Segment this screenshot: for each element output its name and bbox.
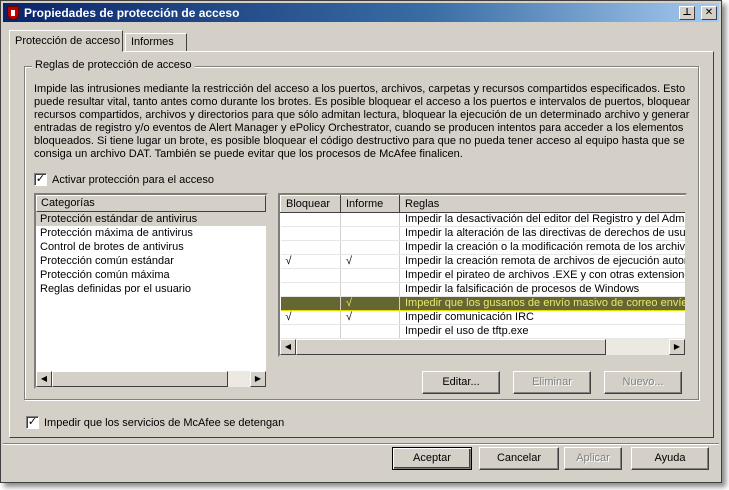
block-cell bbox=[280, 240, 341, 255]
categories-hscroll[interactable]: ◀ ▶ bbox=[36, 371, 266, 387]
rules-header-row: Bloquear Informe Reglas bbox=[280, 195, 685, 213]
report-cell bbox=[340, 268, 400, 283]
categories-header[interactable]: Categorías bbox=[36, 195, 266, 212]
block-cell bbox=[280, 324, 341, 339]
categories-list[interactable]: Categorías Protección estándar de antivi… bbox=[34, 193, 268, 389]
window-title: Propiedades de protección de acceso bbox=[24, 5, 240, 20]
column-header-report[interactable]: Informe bbox=[340, 195, 400, 213]
rules-group: Reglas de protección de acceso Impide la… bbox=[24, 59, 699, 400]
report-cell bbox=[340, 282, 400, 297]
enable-protection-label: Activar protección para el acceso bbox=[52, 173, 215, 186]
column-header-block[interactable]: Bloquear bbox=[280, 195, 341, 213]
checkbox-box[interactable]: ✓ bbox=[26, 416, 39, 429]
category-item[interactable]: Control de brotes de antivirus bbox=[36, 240, 266, 254]
apply-button[interactable]: Aplicar bbox=[564, 447, 622, 470]
enable-protection-checkbox[interactable]: ✓ Activar protección para el acceso bbox=[34, 173, 214, 186]
block-cell: √ bbox=[280, 254, 341, 269]
pin-icon[interactable]: ⊥ bbox=[679, 5, 695, 20]
table-row[interactable]: Impedir la desactivación del editor del … bbox=[280, 212, 685, 227]
report-cell bbox=[340, 212, 400, 227]
rule-cell: Impedir la alteración de las directivas … bbox=[399, 226, 685, 241]
cancel-button[interactable]: Cancelar bbox=[479, 447, 559, 470]
table-row[interactable]: √ √ Impedir comunicación IRC bbox=[280, 310, 685, 325]
delete-button[interactable]: Eliminar bbox=[513, 371, 591, 394]
block-cell bbox=[280, 212, 341, 227]
report-cell bbox=[340, 240, 400, 255]
scroll-track[interactable] bbox=[52, 371, 250, 387]
help-button[interactable]: Ayuda bbox=[631, 447, 709, 470]
block-cell bbox=[280, 226, 341, 241]
rule-cell: Impedir la falsificación de procesos de … bbox=[399, 282, 685, 297]
table-row[interactable]: Impedir el pirateo de archivos .EXE y co… bbox=[280, 268, 685, 283]
arrow-right-icon[interactable]: ▶ bbox=[250, 371, 266, 387]
table-row[interactable]: Impedir la creación o la modificación re… bbox=[280, 240, 685, 255]
scroll-thumb[interactable] bbox=[296, 339, 606, 355]
block-cell bbox=[280, 268, 341, 283]
rules-grid: Bloquear Informe Reglas Impedir la desac… bbox=[280, 195, 685, 339]
prevent-stop-label: Impedir que los servicios de McAfee se d… bbox=[44, 416, 285, 429]
report-cell: √ bbox=[340, 254, 400, 269]
block-cell bbox=[280, 296, 341, 311]
table-row[interactable]: Impedir la falsificación de procesos de … bbox=[280, 282, 685, 297]
rule-cell: Impedir la creación o la modificación re… bbox=[399, 240, 685, 255]
checkbox-box[interactable]: ✓ bbox=[34, 173, 47, 186]
description-text: Impide las intrusiones mediante la restr… bbox=[34, 83, 691, 160]
rule-cell: Impedir la creación remota de archivos d… bbox=[399, 254, 685, 269]
scroll-thumb[interactable] bbox=[52, 371, 228, 387]
shield-icon bbox=[6, 5, 20, 20]
dialog-window: Propiedades de protección de acceso ⊥ ✕ … bbox=[0, 0, 722, 483]
group-title: Reglas de protección de acceso bbox=[32, 59, 195, 71]
column-header-rules[interactable]: Reglas bbox=[399, 195, 685, 213]
block-cell bbox=[280, 282, 341, 297]
new-button[interactable]: Nuevo... bbox=[604, 371, 682, 394]
table-row[interactable]: Impedir la alteración de las directivas … bbox=[280, 226, 685, 241]
tab-reports[interactable]: Informes bbox=[125, 33, 187, 52]
rule-cell: Impedir que los gusanos de envío masivo … bbox=[399, 296, 685, 311]
report-cell bbox=[340, 226, 400, 241]
report-cell: √ bbox=[340, 296, 400, 311]
title-bar: Propiedades de protección de acceso ⊥ ✕ bbox=[3, 3, 719, 22]
category-item[interactable]: Protección común estándar bbox=[36, 254, 266, 268]
category-item[interactable]: Reglas definidas por el usuario bbox=[36, 282, 266, 296]
arrow-left-icon[interactable]: ◀ bbox=[280, 339, 296, 355]
scroll-track[interactable] bbox=[296, 339, 669, 355]
rules-table[interactable]: Bloquear Informe Reglas Impedir la desac… bbox=[278, 193, 687, 357]
table-row-highlighted[interactable]: √ Impedir que los gusanos de envío masiv… bbox=[280, 296, 685, 311]
category-item[interactable]: Protección común máxima bbox=[36, 268, 266, 282]
table-row[interactable]: Impedir el uso de tftp.exe bbox=[280, 324, 685, 339]
rule-cell: Impedir el pirateo de archivos .EXE y co… bbox=[399, 268, 685, 283]
block-cell: √ bbox=[280, 310, 341, 325]
close-icon[interactable]: ✕ bbox=[701, 5, 717, 20]
prevent-stop-checkbox[interactable]: ✓ Impedir que los servicios de McAfee se… bbox=[26, 416, 284, 429]
separator bbox=[3, 443, 719, 445]
arrow-left-icon[interactable]: ◀ bbox=[36, 371, 52, 387]
rule-cell: Impedir comunicación IRC bbox=[399, 310, 685, 325]
category-item[interactable]: Protección estándar de antivirus bbox=[36, 212, 266, 226]
rules-hscroll[interactable]: ◀ ▶ bbox=[280, 339, 685, 355]
rule-cell: Impedir el uso de tftp.exe bbox=[399, 324, 685, 339]
table-row[interactable]: √ √ Impedir la creación remota de archiv… bbox=[280, 254, 685, 269]
edit-button[interactable]: Editar... bbox=[422, 371, 500, 394]
report-cell bbox=[340, 324, 400, 339]
tab-access-protection[interactable]: Protección de acceso bbox=[9, 30, 123, 52]
arrow-right-icon[interactable]: ▶ bbox=[669, 339, 685, 355]
category-item[interactable]: Protección máxima de antivirus bbox=[36, 226, 266, 240]
tab-panel: Reglas de protección de acceso Impide la… bbox=[9, 51, 714, 438]
ok-button[interactable]: Aceptar bbox=[392, 447, 472, 470]
report-cell: √ bbox=[340, 310, 400, 325]
rule-cell: Impedir la desactivación del editor del … bbox=[399, 212, 685, 227]
